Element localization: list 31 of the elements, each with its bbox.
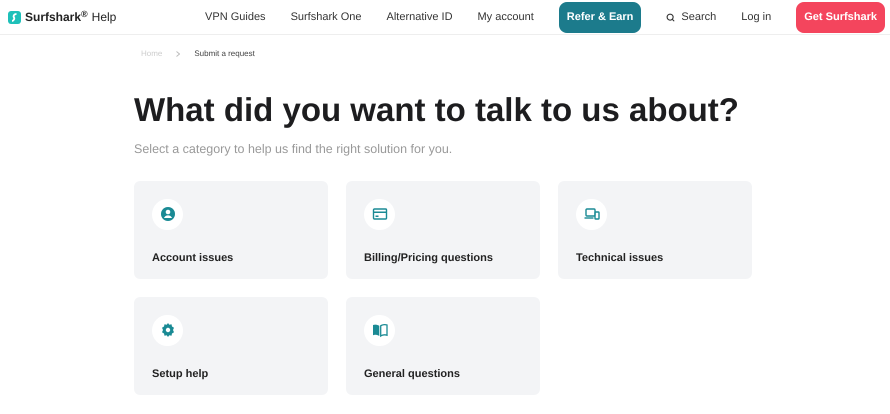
search-button[interactable]: Search bbox=[666, 8, 716, 26]
nav-link[interactable]: Log in bbox=[741, 8, 772, 26]
user-icon bbox=[160, 206, 176, 222]
page-subtitle: Select a category to help us find the right solution for you. bbox=[134, 141, 454, 158]
brand-name: Surfshark$^{®}$ bbox=[25, 8, 88, 26]
page-title: What did you want to talk to us about? bbox=[134, 90, 740, 130]
category-label: General questions bbox=[364, 366, 461, 382]
brand-suffix: Help bbox=[92, 9, 116, 26]
nav-link[interactable]: Alternative ID bbox=[386, 8, 453, 26]
category-card[interactable]: Account issues bbox=[134, 180, 328, 279]
devices-icon bbox=[584, 206, 600, 222]
category-card[interactable]: Technical issues bbox=[558, 180, 752, 279]
category-label: Setup help bbox=[152, 366, 210, 382]
get-surfshark-button[interactable]: Get Surfshark bbox=[796, 2, 885, 32]
gear-icon bbox=[160, 322, 176, 338]
category-label: Billing/Pricing questions bbox=[364, 250, 494, 266]
search-icon bbox=[666, 12, 676, 22]
chevron-right-icon bbox=[176, 51, 180, 57]
nav-link[interactable]: My account bbox=[478, 8, 534, 26]
book-icon bbox=[372, 322, 388, 338]
refer-button[interactable]: Refer & Earn bbox=[558, 2, 642, 32]
category-label: Technical issues bbox=[576, 250, 664, 266]
card-icon bbox=[372, 206, 388, 222]
nav-link[interactable]: Surfshark One bbox=[290, 8, 362, 26]
category-card[interactable]: Billing/Pricing questions bbox=[346, 180, 540, 279]
category-card[interactable]: Setup help bbox=[134, 296, 328, 395]
category-label: Account issues bbox=[152, 250, 234, 266]
nav-link[interactable]: VPN Guides bbox=[205, 8, 266, 26]
logo-icon bbox=[8, 10, 21, 24]
breadcrumb-link[interactable]: Submit a request bbox=[194, 48, 255, 60]
category-card[interactable]: General questions bbox=[346, 296, 540, 395]
